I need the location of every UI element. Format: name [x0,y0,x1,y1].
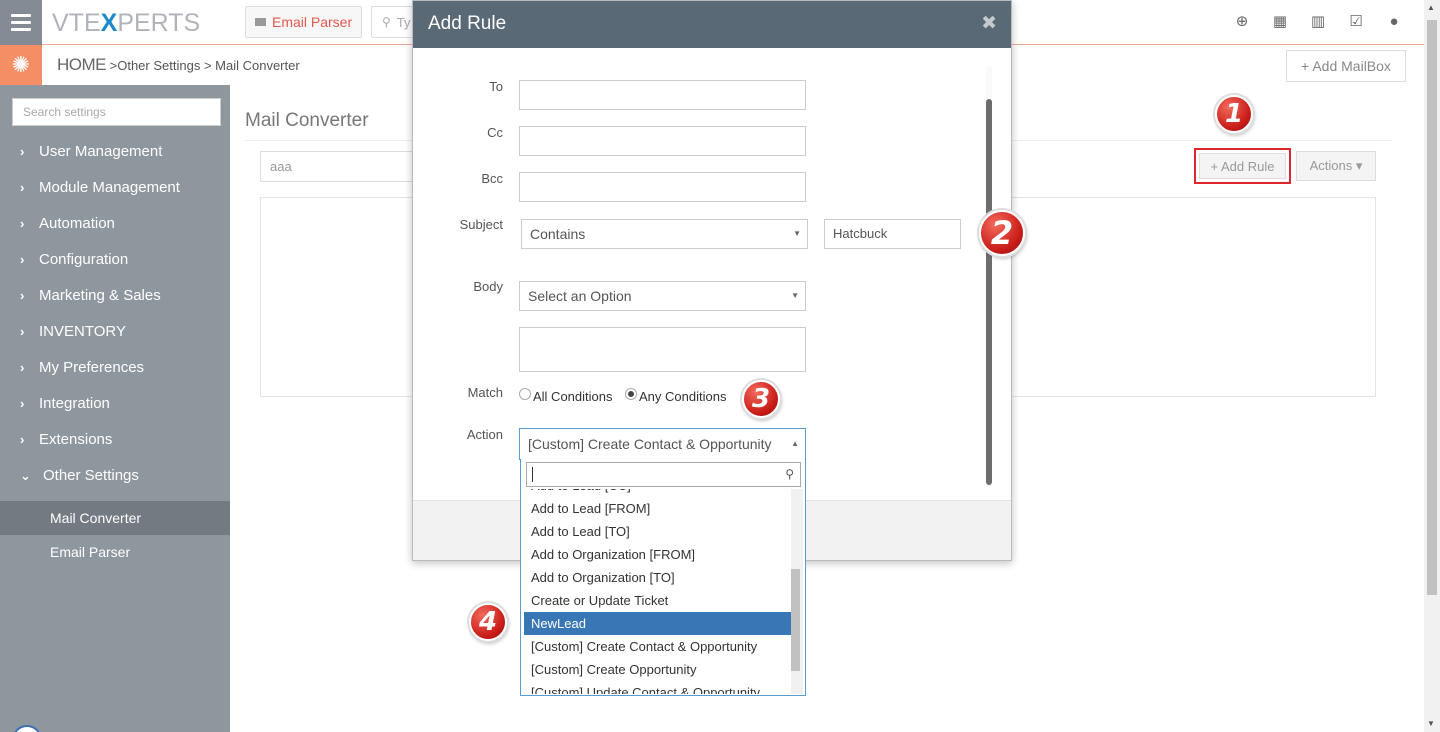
sidebar-item-extensions[interactable]: › Extensions [20,431,112,448]
action-option[interactable]: [Custom] Create Opportunity [524,658,792,681]
subject-value-input[interactable]: Hatcbuck [824,219,961,249]
dropdown-caret-icon: ▼ [791,291,799,300]
text-cursor [532,467,533,482]
sidebar-item-other-settings[interactable]: ⌄ Other Settings [20,467,139,484]
action-select[interactable]: [Custom] Create Contact & Opportunity ▲ [519,428,806,460]
sidebar-item-integration[interactable]: › Integration [20,395,110,412]
dropdown-scrollbar-thumb[interactable] [791,569,800,671]
search-icon: ⚲ [382,15,391,29]
chevron-right-icon: › [20,324,25,339]
sidebar-subitem-mail-converter[interactable]: Mail Converter [0,501,230,535]
subject-label: Subject [459,217,503,232]
chevron-right-icon: › [20,396,25,411]
action-option-highlighted[interactable]: NewLead [524,612,792,635]
modal-title: Add Rule [428,13,507,34]
sidebar-subitem-email-parser[interactable]: Email Parser [0,535,230,569]
sidebar-item-module-management[interactable]: › Module Management [20,179,180,196]
radio-unchecked-icon[interactable] [519,387,531,400]
action-option[interactable]: Add to Lead [TO] [524,520,792,543]
close-icon[interactable]: ✖ [981,12,997,35]
settings-gear-icon[interactable]: ✺ [0,45,42,85]
action-options-list: Add to Lead [CC] Add to Lead [FROM] Add … [524,489,792,694]
help-chat-icon[interactable] [12,725,42,732]
scroll-down-arrow-icon[interactable]: ▼ [1427,719,1435,728]
hamburger-menu-icon[interactable] [0,0,42,45]
breadcrumb-home[interactable]: HOME [57,55,107,74]
add-circle-icon[interactable]: ⊕ [1234,14,1250,30]
reports-chart-icon[interactable]: ▥ [1310,14,1326,30]
add-rule-button[interactable]: + Add Rule [1199,153,1286,179]
chevron-right-icon: › [20,432,25,447]
chevron-right-icon: › [20,252,25,267]
user-icon[interactable]: ● [1386,14,1402,30]
dropdown-caret-icon: ▼ [793,229,801,238]
add-mailbox-button[interactable]: + Add MailBox [1286,50,1406,82]
search-icon: ⚲ [785,467,794,481]
sidebar-item-automation[interactable]: › Automation [20,215,115,232]
mailbox-select[interactable]: aaa [260,151,420,182]
action-option[interactable]: [Custom] Update Contact & Opportunity [524,681,792,694]
breadcrumb-other-settings[interactable]: Other Settings [117,58,200,73]
action-option[interactable]: Create or Update Ticket [524,589,792,612]
to-input[interactable] [519,80,806,110]
chevron-right-icon: › [20,144,25,159]
logo: VTEXPERTS [52,9,201,37]
chevron-right-icon: › [20,216,25,231]
callout-badge-3: 3 [742,380,780,418]
sidebar-item-inventory[interactable]: › INVENTORY [20,323,126,340]
modal-header: Add Rule ✖ [413,1,1011,48]
chevron-right-icon: › [20,360,25,375]
settings-sidebar: Search settings › User Management › Module… [0,85,230,732]
radio-checked-icon[interactable] [625,387,637,400]
calendar-icon[interactable]: ▦ [1272,14,1288,30]
action-option[interactable]: Add to Lead [FROM] [524,497,792,520]
sidebar-item-marketing-sales[interactable]: › Marketing & Sales [20,287,161,304]
action-option[interactable]: [Custom] Create Contact & Opportunity [524,635,792,658]
body-condition-select[interactable]: Select an Option ▼ [519,281,806,311]
action-option[interactable]: Add to Lead [CC] [524,489,792,497]
action-option[interactable]: Add to Organization [FROM] [524,543,792,566]
bcc-input[interactable] [519,172,806,202]
match-all-radio[interactable]: All Conditions [519,387,613,404]
callout-badge-2: 2 [979,210,1025,256]
breadcrumb: HOME >Other Settings > Mail Converter [57,55,300,74]
page-scrollbar-thumb[interactable] [1427,20,1437,595]
cc-input[interactable] [519,126,806,156]
chevron-right-icon: › [20,288,25,303]
breadcrumb-mail-converter: Mail Converter [215,58,300,73]
subject-condition-select[interactable]: Contains ▼ [521,219,808,249]
match-label: Match [467,385,503,400]
sidebar-item-configuration[interactable]: › Configuration [20,251,128,268]
actions-dropdown-button[interactable]: Actions ▾ [1296,151,1376,181]
chevron-down-icon: ⌄ [20,467,31,483]
match-any-radio[interactable]: Any Conditions [625,387,726,404]
scroll-up-arrow-icon[interactable]: ▲ [1427,3,1435,12]
envelope-icon [255,18,266,26]
add-rule-highlight-box: + Add Rule [1194,148,1291,184]
chevron-right-icon: › [20,180,25,195]
settings-search-input[interactable]: Search settings [12,98,221,126]
cc-label: Cc [487,125,503,140]
action-label: Action [466,427,503,442]
body-label: Body [473,279,503,294]
action-option[interactable]: Add to Organization [TO] [524,566,792,589]
bcc-label: Bcc [481,171,503,186]
callout-badge-1: 1 [1215,95,1253,133]
page-title: Mail Converter [245,110,369,131]
tasks-check-icon[interactable]: ☑ [1348,14,1364,30]
dropdown-caret-up-icon: ▲ [791,439,799,448]
body-value-textarea[interactable] [519,327,806,372]
action-dropdown-panel: ⚲ Add to Lead [CC] Add to Lead [FROM] Ad… [520,459,806,696]
email-parser-tab[interactable]: Email Parser [245,6,363,38]
callout-badge-4: 4 [469,603,507,641]
modal-scrollbar-thumb[interactable] [986,99,992,485]
sidebar-item-user-management[interactable]: › User Management [20,143,162,160]
sidebar-item-my-preferences[interactable]: › My Preferences [20,359,144,376]
page-scrollbar[interactable]: ▲ ▼ [1424,0,1440,732]
action-search-input[interactable]: ⚲ [526,462,801,487]
to-label: To [489,79,503,94]
